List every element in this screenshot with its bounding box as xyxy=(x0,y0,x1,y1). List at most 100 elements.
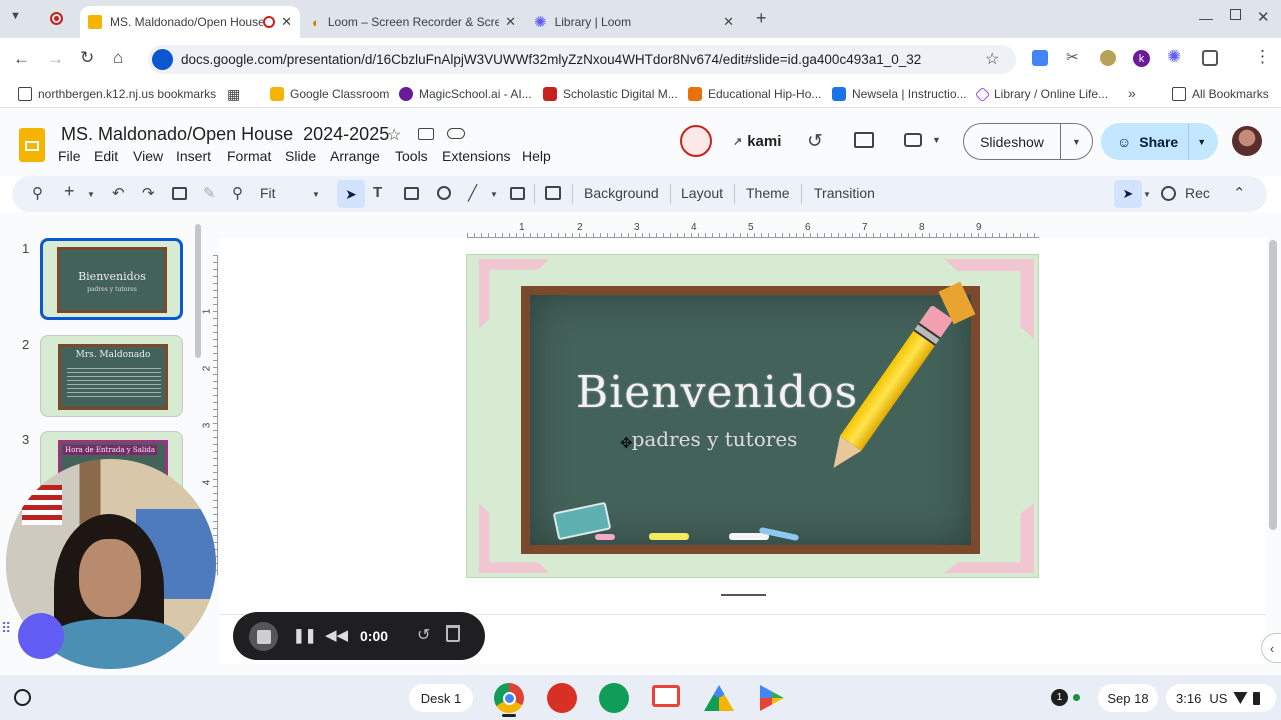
close-tab-icon[interactable]: ✕ xyxy=(723,14,734,30)
menu-extensions[interactable]: Extensions xyxy=(442,148,510,164)
account-avatar[interactable] xyxy=(1232,126,1262,156)
desk-button[interactable]: Desk 1 xyxy=(409,684,473,712)
zoom-select[interactable]: Fit xyxy=(260,185,276,201)
meet-button[interactable]: ▼ xyxy=(904,133,941,147)
maximize-button[interactable] xyxy=(1230,9,1241,20)
bookmarks-overflow-icon[interactable]: » xyxy=(1128,85,1136,101)
home-button[interactable]: ⌂ xyxy=(113,48,123,68)
slideshow-button[interactable]: Slideshow ▼ xyxy=(963,123,1093,160)
menu-format[interactable]: Format xyxy=(227,148,271,164)
chevron-down-icon[interactable]: ▼ xyxy=(1143,190,1151,199)
tab-search-icon[interactable]: ▼ xyxy=(10,10,21,22)
tab-loom-library[interactable]: ✺ Library | Loom ✕ xyxy=(526,6,742,38)
slide[interactable]: Bienvenidos padres y tutores xyxy=(466,254,1039,578)
menu-slide[interactable]: Slide xyxy=(285,148,316,164)
image-icon[interactable] xyxy=(404,187,419,200)
reload-button[interactable]: ↻ xyxy=(80,48,94,68)
bookmark-google-classroom[interactable]: Google Classroom xyxy=(270,84,389,104)
chrome-app-icon[interactable] xyxy=(494,683,524,713)
drag-handle-icon[interactable]: ⠿ xyxy=(1,620,11,637)
apps-grid-icon[interactable]: ▦ xyxy=(227,86,240,103)
extensions-puzzle-icon[interactable] xyxy=(1202,50,1218,66)
bookmark-scholastic[interactable]: Scholastic Digital M... xyxy=(543,84,678,104)
status-tray[interactable]: 3:16 US xyxy=(1166,684,1276,712)
minimize-button[interactable]: — xyxy=(1199,10,1213,26)
bookmark-flocabulary[interactable]: Educational Hip-Ho... xyxy=(688,84,821,104)
slide-title[interactable]: Bienvenidos xyxy=(527,367,907,418)
url-text[interactable]: docs.google.com/presentation/d/16CbzluFn… xyxy=(181,52,921,67)
new-slide-icon[interactable]: + xyxy=(64,181,75,202)
menu-help[interactable]: Help xyxy=(522,148,551,164)
undo-icon[interactable]: ↶ xyxy=(112,184,125,202)
menu-view[interactable]: View xyxy=(133,148,163,164)
slide-thumbnail-1[interactable]: Bienvenidos padres y tutores xyxy=(40,238,183,320)
scissors-extension-icon[interactable]: ✂ xyxy=(1066,48,1079,66)
bookmark-folder[interactable]: northbergen.k12.nj.us bookmarks xyxy=(18,84,216,104)
menu-insert[interactable]: Insert xyxy=(176,148,211,164)
canvas-app-icon[interactable] xyxy=(547,683,577,713)
restart-button[interactable]: ↺ xyxy=(417,625,430,645)
cloud-status-icon[interactable] xyxy=(447,128,465,139)
document-title[interactable]: MS. Maldonado/Open House 2024-2025 xyxy=(61,124,389,145)
back-button[interactable]: ← xyxy=(13,49,30,69)
rewind-button[interactable]: ◀◀ xyxy=(325,626,348,644)
add-comment-icon[interactable] xyxy=(545,186,561,200)
chevron-down-icon[interactable]: ▼ xyxy=(1061,137,1092,147)
layout-button[interactable]: Layout xyxy=(681,185,723,201)
all-bookmarks[interactable]: All Bookmarks xyxy=(1172,84,1269,104)
new-tab-button[interactable]: + xyxy=(756,8,767,29)
share-button[interactable]: ☺ Share ▼ xyxy=(1101,123,1218,160)
laser-pointer-button[interactable]: ➤ xyxy=(1114,180,1142,208)
site-info-icon[interactable] xyxy=(152,49,173,70)
launcher-button[interactable] xyxy=(14,689,31,706)
menu-tools[interactable]: Tools xyxy=(395,148,428,164)
slides-logo-icon[interactable] xyxy=(19,128,45,162)
chevron-down-icon[interactable]: ▼ xyxy=(490,190,498,199)
loom-badge-icon[interactable] xyxy=(18,613,64,659)
redo-icon[interactable]: ↷ xyxy=(142,184,155,202)
chevron-down-icon[interactable]: ▼ xyxy=(87,190,95,199)
date-tray[interactable]: Sep 18 xyxy=(1098,684,1158,712)
transition-button[interactable]: Transition xyxy=(814,185,875,201)
menu-edit[interactable]: Edit xyxy=(94,148,118,164)
chevron-down-icon[interactable]: ▼ xyxy=(1197,137,1206,147)
slide-subtitle[interactable]: padres y tutores xyxy=(607,427,822,451)
search-menus-icon[interactable]: ⚲ xyxy=(32,184,43,202)
version-history-icon[interactable]: ↺ xyxy=(807,130,823,153)
speaker-notes-handle[interactable] xyxy=(721,594,766,596)
rec-button[interactable]: Rec xyxy=(1161,185,1210,201)
print-icon[interactable] xyxy=(172,187,187,200)
kami-button[interactable]: ↗ kami xyxy=(733,133,781,150)
menu-arrange[interactable]: Arrange xyxy=(330,148,380,164)
translate-extension-icon[interactable] xyxy=(1032,50,1048,66)
line-icon[interactable]: ╱ xyxy=(468,184,477,202)
palette-extension-icon[interactable] xyxy=(1100,50,1116,66)
tab-slides[interactable]: MS. Maldonado/Open House ✕ xyxy=(80,6,300,38)
shape-icon[interactable] xyxy=(437,186,451,200)
move-folder-icon[interactable] xyxy=(418,128,434,140)
chevron-down-icon[interactable]: ▼ xyxy=(312,190,320,199)
bookmark-star-icon[interactable]: ☆ xyxy=(985,49,999,69)
close-tab-icon[interactable]: ✕ xyxy=(281,14,292,30)
video-icon[interactable] xyxy=(510,187,525,200)
bookmark-newsela[interactable]: Newsela | Instructio... xyxy=(832,84,967,104)
background-button[interactable]: Background xyxy=(584,185,659,201)
forward-button[interactable]: → xyxy=(47,49,64,69)
delete-recording-button[interactable] xyxy=(446,625,460,642)
tab-loom-recorder[interactable]: ◐ Loom – Screen Recorder & Screen ✕ xyxy=(304,6,524,38)
classroom-app-icon[interactable] xyxy=(599,683,629,713)
theme-button[interactable]: Theme xyxy=(746,185,790,201)
select-tool-button[interactable]: ➤ xyxy=(337,180,365,208)
text-box-icon[interactable]: T xyxy=(373,184,382,201)
star-icon[interactable]: ☆ xyxy=(387,125,401,145)
bookmark-library[interactable]: Library / Online Life... xyxy=(974,84,1108,104)
kami-avatar-icon[interactable] xyxy=(680,125,712,157)
k-extension-icon[interactable]: k xyxy=(1133,50,1150,67)
gmail-app-icon[interactable] xyxy=(652,685,680,707)
loom-extension-icon[interactable]: ✺ xyxy=(1167,47,1181,67)
workspace-scrollbar[interactable] xyxy=(1269,240,1277,530)
collapse-toolbar-icon[interactable]: ⌃ xyxy=(1233,184,1246,202)
slide-thumbnail-2[interactable]: Mrs. Maldonado xyxy=(40,335,183,417)
stop-recording-button[interactable] xyxy=(249,622,278,651)
filmstrip-scrollbar[interactable] xyxy=(195,224,201,358)
